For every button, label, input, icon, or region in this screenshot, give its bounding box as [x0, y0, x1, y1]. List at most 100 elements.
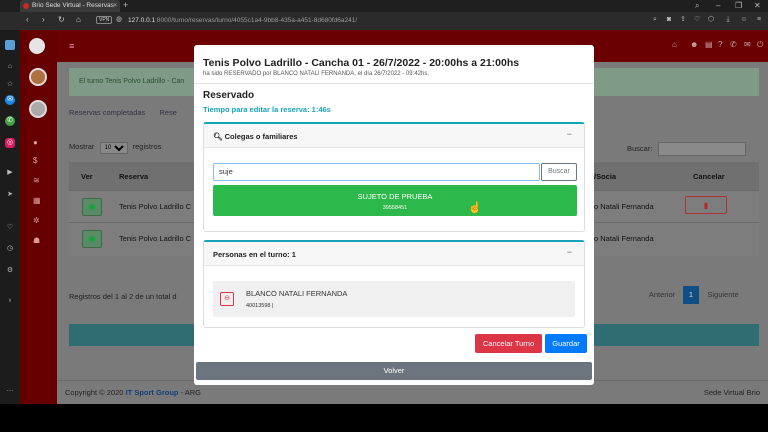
pagination-next[interactable]: Siguiente — [703, 286, 743, 304]
minimize-icon[interactable]: – — [716, 0, 720, 12]
player-icon[interactable]: ▶ — [5, 168, 15, 178]
lightbulb-icon[interactable]: ♁ — [5, 296, 15, 306]
result-name: SUJETO DE PRUEBA — [357, 192, 433, 201]
user-avatar[interactable] — [29, 100, 47, 118]
history-icon[interactable]: ◷ — [5, 244, 15, 254]
address-bar: ‹ › ↻ ⌂ VPN ◍ 127.0.0.1:8000/turno/reser… — [0, 12, 768, 30]
modal-title: Tenis Polvo Ladrillo - Cancha 01 - 26/7/… — [203, 57, 520, 69]
menu-icon[interactable]: ≡ — [755, 16, 763, 24]
logout-header-icon[interactable]: ⏻ — [757, 40, 763, 50]
file-header-icon[interactable]: ▤ — [705, 40, 713, 49]
view-button[interactable]: ◉ — [82, 198, 102, 216]
more-icon[interactable]: … — [5, 385, 15, 395]
home-header-icon[interactable]: ⌂ — [672, 40, 677, 49]
col-cancelar: Cancelar — [693, 172, 725, 181]
footer-right: Sede Virtual Brio — [703, 388, 760, 397]
profile-icon[interactable]: ☺ — [740, 16, 748, 24]
search-tabs-icon[interactable]: ⌕ — [695, 0, 699, 12]
new-tab-icon[interactable]: + — [123, 0, 128, 11]
messenger-icon[interactable]: ✉ — [5, 95, 15, 105]
info-icon[interactable]: ● — [33, 138, 38, 147]
tab-completed[interactable]: Reservas completadas — [69, 108, 145, 117]
url-path: :8000/turno/reservas/turno/4055c1a4-9bb8… — [155, 17, 358, 24]
footer-copyright-text: Copyright © 2020 — [65, 388, 124, 397]
user-header-icon[interactable]: ☻ — [690, 40, 698, 49]
url-field[interactable]: 127.0.0.1:8000/turno/reservas/turno/4055… — [128, 17, 357, 24]
people-card-header: Personas en el turno: 1 − — [204, 242, 584, 266]
club-avatar[interactable] — [29, 68, 47, 86]
back-button[interactable]: Volver — [196, 362, 592, 380]
dollar-icon[interactable]: $ — [33, 156, 37, 165]
records-info: Registros del 1 al 2 de un total d — [69, 292, 177, 301]
row-socio: o Natali Fernanda — [594, 234, 654, 243]
forward-icon[interactable]: › — [42, 15, 45, 24]
result-dni: 39558451 — [382, 205, 408, 211]
table-search: Buscar: — [627, 142, 747, 156]
pagination-current[interactable]: 1 — [683, 286, 699, 304]
instagram-icon[interactable]: ◎ — [5, 138, 15, 148]
remove-person-button[interactable]: ⊖ — [220, 292, 234, 306]
colleague-search-button[interactable]: Buscar — [541, 163, 577, 181]
send-icon[interactable]: ➤ — [5, 190, 15, 200]
cogs-icon[interactable]: ✲ — [33, 216, 40, 225]
favicon-icon — [23, 3, 29, 9]
row-socio: o Natali Fernanda — [594, 202, 654, 211]
table-search-input[interactable] — [658, 142, 747, 156]
database-icon[interactable]: ≋ — [33, 176, 40, 185]
extensions-icon[interactable]: ⬡ — [707, 16, 715, 24]
users-icon[interactable]: ☗ — [33, 236, 40, 245]
close-window-icon[interactable]: ✕ — [754, 0, 761, 12]
collapse-icon[interactable]: − — [567, 247, 572, 257]
col-socia: /Socia — [594, 172, 617, 181]
edit-timer: Tiempo para editar la reserva: 1:46s — [203, 105, 331, 114]
bookmark-icon[interactable]: ♡ — [693, 16, 701, 24]
footer-brand[interactable]: IT Sport Group — [126, 388, 179, 397]
share-icon[interactable]: ⇪ — [679, 16, 687, 24]
heart-icon[interactable]: ♡ — [5, 223, 15, 233]
cancel-turn-button[interactable]: Cancelar Turno — [475, 334, 542, 353]
star-icon[interactable]: ☆ — [5, 80, 15, 90]
whatsapp-icon[interactable]: ✆ — [5, 116, 15, 126]
table-search-label: Buscar: — [627, 143, 653, 153]
workspace-icon[interactable] — [5, 40, 15, 50]
browser-tab[interactable]: Brio Sede Virtual - Reservas × — [20, 0, 120, 12]
view-button[interactable]: ◉ — [82, 230, 102, 248]
col-ver: Ver — [81, 172, 93, 181]
app-sidebar: ● $ ≋ ▦ ✲ ☗ — [20, 30, 57, 404]
page-length-select[interactable]: 10 — [99, 142, 128, 154]
colleague-search-input[interactable]: suje — [213, 163, 540, 181]
camera-icon[interactable]: ◙ — [665, 16, 673, 24]
back-icon[interactable]: ‹ — [26, 15, 29, 24]
modal-subtitle: ha sido RESERVADO por BLANCO NATALI FERN… — [203, 71, 429, 77]
home-icon[interactable]: ⌂ — [76, 15, 81, 24]
collapse-icon[interactable]: − — [567, 129, 572, 139]
hand-cursor-icon: ☝ — [468, 202, 482, 214]
footer-suffix: - ARG — [180, 388, 202, 397]
reload-icon[interactable]: ↻ — [58, 15, 65, 24]
reservations-tabs: Reservas completadas Rese — [69, 108, 177, 117]
question-header-icon[interactable]: ? — [718, 40, 722, 49]
tab-other[interactable]: Rese — [159, 108, 177, 117]
chat-header-icon[interactable]: ✉ — [744, 40, 751, 49]
site-info-icon[interactable]: ◍ — [115, 16, 123, 24]
people-card: Personas en el turno: 1 − ⊖ BLANCO NATAL… — [203, 240, 585, 328]
save-button[interactable]: Guardar — [545, 334, 587, 353]
whatsapp-header-icon[interactable]: ✆ — [730, 40, 737, 49]
row-reserva: Tenis Polvo Ladrillo C — [119, 234, 192, 243]
person-item: ⊖ BLANCO NATALI FERNANDA 40013598 | — [213, 281, 575, 317]
cancel-reservation-button[interactable]: ▮ — [685, 196, 727, 214]
home-sidebar-icon[interactable]: ⌂ — [5, 62, 15, 72]
app-logo — [29, 38, 45, 54]
hamburger-icon[interactable]: ≡ — [69, 41, 74, 51]
maximize-icon[interactable]: ❐ — [735, 0, 742, 12]
search-result-item[interactable]: SUJETO DE PRUEBA 39558451 ☝ — [213, 185, 577, 216]
zoom-icon[interactable]: ⌕ — [651, 16, 659, 24]
show-label: Mostrar — [69, 142, 95, 151]
vpn-badge[interactable]: VPN — [96, 16, 113, 24]
close-tab-icon[interactable]: × — [113, 0, 117, 12]
settings-icon[interactable]: ⚙ — [5, 266, 15, 276]
downloads-icon[interactable]: ⤓ — [724, 16, 732, 24]
browser-sidebar: ⌂ ☆ ✉ ✆ ◎ ▶ ➤ ♡ ◷ ⚙ ♁ … — [0, 30, 20, 404]
pagination-prev[interactable]: Anterior — [645, 286, 679, 304]
calendar-icon[interactable]: ▦ — [33, 196, 41, 205]
